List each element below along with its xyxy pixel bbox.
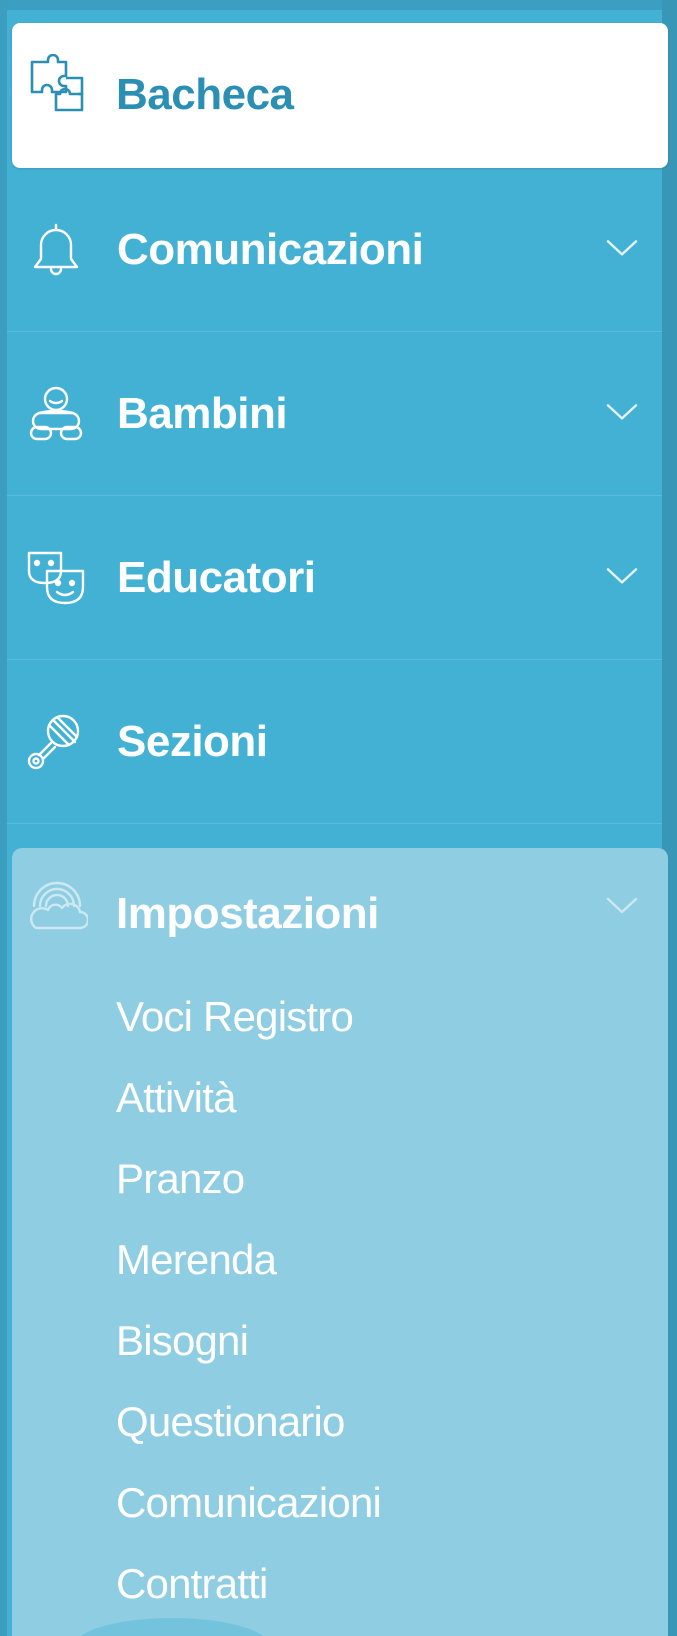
menu-item-label: Bacheca (116, 70, 294, 119)
impostazioni-submenu: Voci Registro Attività Pranzo Merenda Bi… (116, 976, 382, 1624)
submenu-item-comunicazioni[interactable]: Comunicazioni (116, 1462, 382, 1543)
menu-item-bacheca[interactable]: Bacheca (12, 23, 668, 168)
menu-item-label: Bambini (117, 388, 288, 438)
masks-icon (27, 551, 85, 604)
chevron-down-icon[interactable] (604, 236, 640, 258)
menu-item-label: Comunicazioni (117, 224, 424, 274)
baby-icon (29, 386, 83, 440)
chevron-down-icon[interactable] (604, 564, 640, 586)
chevron-down-icon[interactable] (604, 400, 640, 422)
menu-item-label: Impostazioni (116, 889, 379, 938)
submenu-item-bisogni[interactable]: Bisogni (116, 1300, 381, 1381)
menu-item-label: Educatori (117, 552, 316, 602)
rainbow-cloud-icon (29, 881, 88, 930)
sidebar-menu: Bacheca Comunicazioni Bambini Educatori … (0, 0, 677, 1636)
menu-item-bambini[interactable]: Bambini (7, 332, 662, 496)
submenu-item-attivita[interactable]: Attività (116, 1057, 381, 1138)
rattle-icon (27, 714, 80, 769)
submenu-item-voci-registro[interactable]: Voci Registro (116, 976, 381, 1057)
sidebar-left-edge (0, 0, 7, 1636)
chevron-down-icon[interactable] (604, 894, 640, 916)
menu-item-sezioni[interactable]: Sezioni (7, 660, 662, 824)
menu-item-comunicazioni[interactable]: Comunicazioni (7, 168, 662, 332)
menu-item-impostazioni: Impostazioni Voci Registro Attività Pran… (12, 848, 668, 1636)
top-strip (0, 0, 677, 10)
submenu-item-pranzo[interactable]: Pranzo (116, 1138, 381, 1219)
submenu-item-merenda[interactable]: Merenda (116, 1219, 381, 1300)
impostazioni-header[interactable]: Impostazioni (12, 848, 668, 948)
menu-item-educatori[interactable]: Educatori (7, 496, 662, 660)
bell-icon (33, 223, 79, 275)
submenu-item-questionario[interactable]: Questionario (116, 1381, 381, 1462)
puzzle-icon (30, 54, 84, 112)
menu-item-label: Sezioni (117, 716, 268, 766)
submenu-item-contratti[interactable]: Contratti (116, 1543, 381, 1624)
